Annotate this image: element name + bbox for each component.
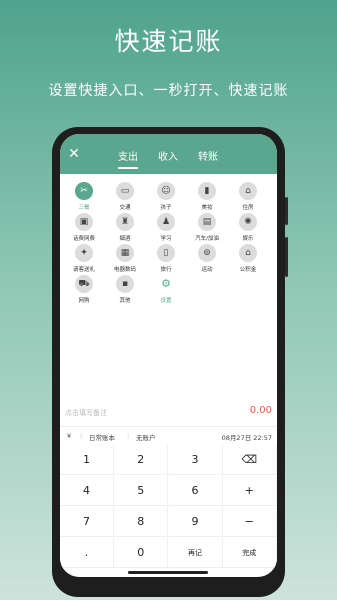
category-lipstick[interactable]: ▮ 美妆 xyxy=(186,182,228,214)
key-8[interactable]: 8 xyxy=(114,507,169,537)
ferris-wheel-icon: ✺ xyxy=(239,213,257,231)
key-5[interactable]: 5 xyxy=(114,476,169,506)
category-label: 其他 xyxy=(119,298,131,304)
suitcase-icon: ▯ xyxy=(157,244,175,262)
meta-row: ¥ | 日常账本 | 无账户 08月27日 22:57 xyxy=(60,426,277,446)
phone-icon: ▣ xyxy=(75,213,93,231)
category-gear[interactable]: ⚙ 设置 xyxy=(145,275,187,307)
tv-icon: ▦ xyxy=(116,244,134,262)
home-indicator xyxy=(128,571,208,574)
headline: 快速记账 xyxy=(114,27,223,56)
school-icon: ♟ xyxy=(157,213,175,231)
key-backspace[interactable]: ⌫ xyxy=(222,445,277,475)
category-label: 娱乐 xyxy=(242,236,254,242)
tab-expense[interactable]: 支出 xyxy=(118,148,138,163)
category-phone[interactable]: ▣ 话费网费 xyxy=(63,213,105,245)
category-fund[interactable]: ⌂ 公积金 xyxy=(227,244,269,276)
category-tv[interactable]: ▦ 电器数码 xyxy=(104,244,146,276)
note-placeholder[interactable]: 点击填写备注 xyxy=(65,408,107,418)
category-fuel[interactable]: ▤ 汽车/加油 xyxy=(186,213,228,245)
category-label: 美妆 xyxy=(201,205,213,211)
category-label: 运动 xyxy=(201,267,213,273)
tab-transfer[interactable]: 转账 xyxy=(198,148,218,163)
close-icon[interactable]: ✕ xyxy=(67,147,81,161)
category-school[interactable]: ♟ 学习 xyxy=(145,213,187,245)
key-3[interactable]: 3 xyxy=(168,445,223,475)
note-row[interactable]: 点击填写备注 0.00 xyxy=(60,404,277,424)
phone-frame: ✕ 支出 收入 转账 ✂ 三餐 ▭ 交通 ☺ 孩子 ▮ 美妆 ⌂ 住房 ▣ 话费网费 ♜ 烟酒 ♟ 学习 ▤ 汽车… xyxy=(52,127,288,597)
gift-icon: ✦ xyxy=(75,244,93,262)
key-4[interactable]: 4 xyxy=(60,476,114,506)
category-label: 网购 xyxy=(78,298,90,304)
category-suitcase[interactable]: ▯ 旅行 xyxy=(145,244,187,276)
datetime-selector[interactable]: 08月27日 22:57 xyxy=(222,432,272,442)
ledger-selector[interactable]: 日常账本 xyxy=(89,432,115,442)
amount-display: 0.00 xyxy=(249,405,272,416)
bus-icon: ▭ xyxy=(116,182,134,200)
separator: | xyxy=(80,432,83,440)
app-screen: ✕ 支出 收入 转账 ✂ 三餐 ▭ 交通 ☺ 孩子 ▮ 美妆 ⌂ 住房 ▣ 话费网费 ♜ 烟酒 ♟ 学习 ▤ 汽车… xyxy=(60,134,277,577)
key-done[interactable]: 完成 xyxy=(222,538,277,568)
category-label: 电器数码 xyxy=(113,267,136,273)
category-label: 烟酒 xyxy=(119,236,131,242)
currency-symbol[interactable]: ¥ xyxy=(67,432,71,440)
gear-icon: ⚙ xyxy=(161,277,171,290)
top-bar: ✕ 支出 收入 转账 xyxy=(60,134,277,174)
category-ferris-wheel[interactable]: ✺ 娱乐 xyxy=(227,213,269,245)
category-label: 话费网费 xyxy=(72,236,95,242)
tab-underline xyxy=(118,167,138,169)
key-7[interactable]: 7 xyxy=(60,507,114,537)
fund-icon: ⌂ xyxy=(239,244,257,262)
key-2[interactable]: 2 xyxy=(114,445,169,475)
key-9[interactable]: 9 xyxy=(168,507,223,537)
phone-side-button xyxy=(285,197,288,225)
bike-icon: ⊚ xyxy=(198,244,216,262)
separator: | xyxy=(127,432,130,440)
bottle-icon: ♜ xyxy=(116,213,134,231)
category-label: 设置 xyxy=(160,298,172,304)
lipstick-icon: ▮ xyxy=(198,182,216,200)
subline: 设置快捷入口、一秒打开、快速记账 xyxy=(48,83,289,99)
grid-icon: ▪ xyxy=(116,275,134,293)
account-selector[interactable]: 无账户 xyxy=(136,432,156,442)
category-grid[interactable]: ▪ 其他 xyxy=(104,275,146,307)
key-plus[interactable]: + xyxy=(222,476,277,506)
phone-volume-button xyxy=(285,237,288,277)
category-label: 学习 xyxy=(160,236,172,242)
category-bottle[interactable]: ♜ 烟酒 xyxy=(104,213,146,245)
category-bus[interactable]: ▭ 交通 xyxy=(104,182,146,214)
category-utensils[interactable]: ✂ 三餐 xyxy=(63,182,105,214)
fuel-icon: ▤ xyxy=(198,213,216,231)
key-0[interactable]: 0 xyxy=(114,538,169,568)
category-gift[interactable]: ✦ 请客送礼 xyxy=(63,244,105,276)
key-6[interactable]: 6 xyxy=(168,476,223,506)
child-icon: ☺ xyxy=(157,182,175,200)
keypad: 1 2 3 ⌫ 4 5 6 +7 8 9−. 0 再记 完成 xyxy=(60,445,277,569)
cart-icon: ⛟ xyxy=(75,275,93,293)
category-label: 住房 xyxy=(242,205,254,211)
category-label: 公积金 xyxy=(239,267,257,273)
utensils-icon: ✂ xyxy=(75,182,93,200)
category-cart[interactable]: ⛟ 网购 xyxy=(63,275,105,307)
key-minus[interactable]: − xyxy=(222,507,277,537)
category-label: 汽车/加油 xyxy=(195,236,219,242)
key-again[interactable]: 再记 xyxy=(168,538,223,568)
category-label: 旅行 xyxy=(160,267,172,273)
key-dot[interactable]: . xyxy=(60,538,114,568)
house-icon: ⌂ xyxy=(239,182,257,200)
category-label: 孩子 xyxy=(160,205,172,211)
category-label: 交通 xyxy=(119,205,131,211)
category-child[interactable]: ☺ 孩子 xyxy=(145,182,187,214)
key-1[interactable]: 1 xyxy=(60,445,114,475)
category-house[interactable]: ⌂ 住房 xyxy=(227,182,269,214)
category-label: 请客送礼 xyxy=(72,267,95,273)
category-label: 三餐 xyxy=(78,205,90,211)
category-bike[interactable]: ⊚ 运动 xyxy=(186,244,228,276)
tab-income[interactable]: 收入 xyxy=(158,148,178,163)
